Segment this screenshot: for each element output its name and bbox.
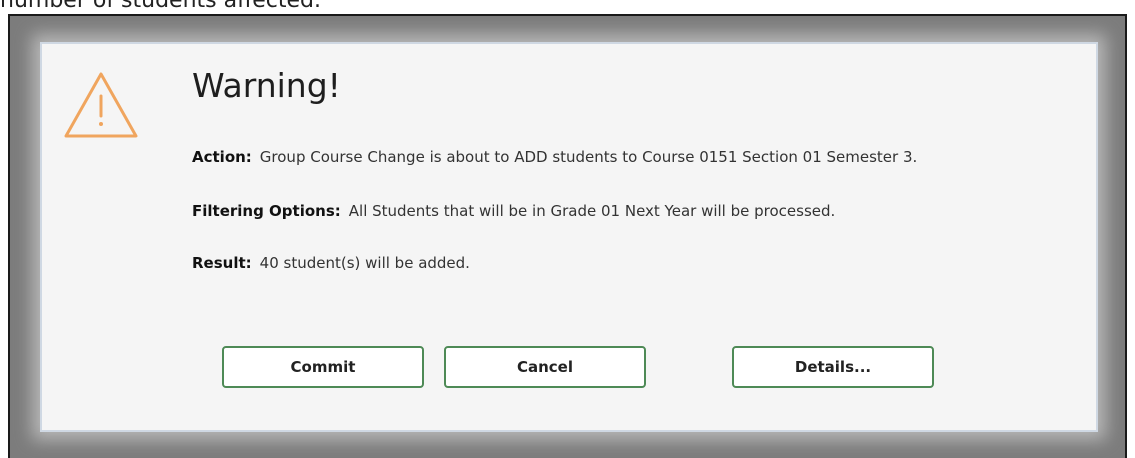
action-label: Action:: [192, 148, 252, 166]
action-line: Action: Group Course Change is about to A…: [192, 148, 917, 166]
caption-text: number of students affected.: [0, 0, 321, 13]
filtering-options-text: All Students that will be in Grade 01 Ne…: [348, 202, 836, 220]
result-label: Result:: [192, 254, 252, 272]
action-text: Group Course Change is about to ADD stud…: [259, 148, 918, 166]
result-line: Result: 40 student(s) will be added.: [192, 254, 470, 272]
commit-button[interactable]: Commit: [222, 346, 424, 388]
screenshot-frame: Warning! Action: Group Course Change is a…: [8, 14, 1127, 458]
filtering-options-line: Filtering Options: All Students that will…: [192, 202, 835, 220]
details-button[interactable]: Details...: [732, 346, 934, 388]
filtering-options-label: Filtering Options:: [192, 202, 341, 220]
result-text: 40 student(s) will be added.: [259, 254, 470, 272]
cancel-button[interactable]: Cancel: [444, 346, 646, 388]
warning-dialog: Warning! Action: Group Course Change is a…: [40, 42, 1098, 432]
dialog-title: Warning!: [192, 66, 341, 105]
warning-triangle-icon: [64, 72, 138, 138]
